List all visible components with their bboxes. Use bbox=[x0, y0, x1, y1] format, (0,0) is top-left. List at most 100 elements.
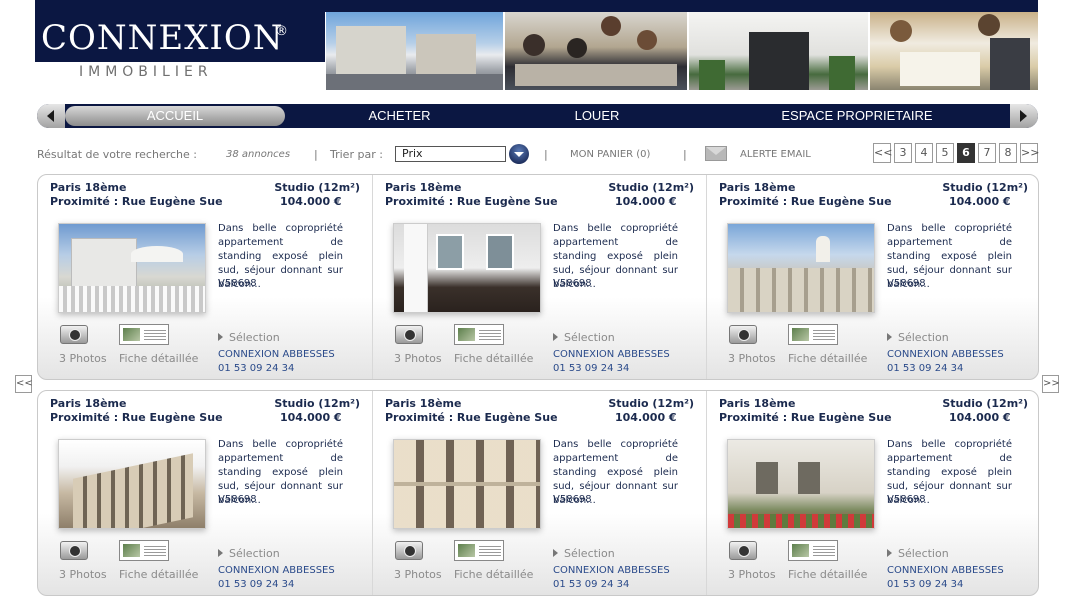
listing-card[interactable]: Paris 18ème Proximité : Rue Eugène Sue S… bbox=[38, 175, 372, 379]
selection-link[interactable]: Sélection bbox=[887, 547, 949, 560]
agency-name[interactable]: CONNEXION ABBESSES bbox=[553, 349, 670, 360]
detail-sheet-icon[interactable] bbox=[788, 540, 838, 561]
listing-city: Paris 18ème bbox=[385, 397, 462, 410]
nav-accueil[interactable]: ACCUEIL bbox=[65, 106, 285, 126]
triangle-right-icon bbox=[218, 549, 223, 557]
listing-card[interactable]: Paris 18ème Proximité : Rue Eugène Sue S… bbox=[372, 175, 706, 379]
basket-link[interactable]: MON PANIER (0) bbox=[570, 149, 650, 160]
sort-select[interactable]: Prix bbox=[395, 146, 506, 162]
triangle-right-icon bbox=[553, 333, 558, 341]
listing-proximity: Proximité : Rue Eugène Sue bbox=[719, 195, 892, 208]
listing-card[interactable]: Paris 18ème Proximité : Rue Eugène Sue S… bbox=[706, 391, 1038, 595]
listing-row-2: Paris 18ème Proximité : Rue Eugène Sue S… bbox=[37, 390, 1039, 596]
agency-name[interactable]: CONNEXION ABBESSES bbox=[218, 349, 335, 360]
selection-label: Sélection bbox=[898, 547, 949, 560]
triangle-right-icon bbox=[553, 549, 558, 557]
photos-link[interactable]: 3 Photos bbox=[394, 568, 442, 581]
camera-icon[interactable] bbox=[729, 325, 757, 344]
listing-photo[interactable] bbox=[727, 439, 875, 529]
pager-page-6-current[interactable]: 6 bbox=[957, 143, 975, 163]
agency-phone: 01 53 09 24 34 bbox=[887, 363, 964, 374]
nav-prev-arrow[interactable] bbox=[37, 104, 65, 128]
selection-label: Sélection bbox=[898, 331, 949, 344]
listing-proximity: Proximité : Rue Eugène Sue bbox=[50, 411, 223, 424]
detail-link[interactable]: Fiche détaillée bbox=[454, 568, 533, 581]
listing-reference: V58698 bbox=[553, 494, 592, 505]
listing-city: Paris 18ème bbox=[719, 397, 796, 410]
nav-louer[interactable]: LOUER bbox=[557, 104, 637, 128]
pager-page-3[interactable]: 3 bbox=[894, 143, 912, 163]
agency-phone: 01 53 09 24 34 bbox=[553, 579, 630, 590]
nav-espace-proprietaire[interactable]: ESPACE PROPRIETAIRE bbox=[757, 104, 957, 128]
listing-type: Studio (12m²) bbox=[942, 397, 1028, 410]
detail-sheet-icon[interactable] bbox=[454, 540, 504, 561]
listing-photo[interactable] bbox=[393, 439, 541, 529]
detail-link[interactable]: Fiche détaillée bbox=[454, 352, 533, 365]
pager-page-7[interactable]: 7 bbox=[978, 143, 996, 163]
sort-dropdown-button[interactable] bbox=[509, 144, 529, 164]
agency-name[interactable]: CONNEXION ABBESSES bbox=[887, 349, 1004, 360]
photos-link[interactable]: 3 Photos bbox=[728, 352, 776, 365]
camera-icon[interactable] bbox=[60, 541, 88, 560]
listing-photo[interactable] bbox=[58, 439, 206, 529]
email-alert-link[interactable]: ALERTE EMAIL bbox=[740, 149, 811, 160]
listing-photo[interactable] bbox=[58, 223, 206, 313]
selection-link[interactable]: Sélection bbox=[218, 547, 280, 560]
detail-sheet-icon[interactable] bbox=[454, 324, 504, 345]
pager-page-5[interactable]: 5 bbox=[936, 143, 954, 163]
detail-link[interactable]: Fiche détaillée bbox=[788, 568, 867, 581]
photos-link[interactable]: 3 Photos bbox=[59, 568, 107, 581]
nav-next-arrow[interactable] bbox=[1010, 104, 1038, 128]
pager-page-8[interactable]: 8 bbox=[999, 143, 1017, 163]
camera-icon[interactable] bbox=[395, 541, 423, 560]
listing-reference: V58698 bbox=[553, 278, 592, 289]
listing-type: Studio (12m²) bbox=[608, 397, 694, 410]
photos-link[interactable]: 3 Photos bbox=[728, 568, 776, 581]
nav-acheter[interactable]: ACHETER bbox=[347, 104, 452, 128]
listing-type: Studio (12m²) bbox=[274, 397, 360, 410]
listing-price: 104.000 € bbox=[280, 411, 342, 424]
listing-photo[interactable] bbox=[727, 223, 875, 313]
detail-sheet-icon[interactable] bbox=[119, 324, 169, 345]
detail-link[interactable]: Fiche détaillée bbox=[788, 352, 867, 365]
selection-label: Sélection bbox=[564, 547, 615, 560]
selection-link[interactable]: Sélection bbox=[887, 331, 949, 344]
selection-link[interactable]: Sélection bbox=[553, 331, 615, 344]
pager-page-4[interactable]: 4 bbox=[915, 143, 933, 163]
side-next-button[interactable]: >> bbox=[1042, 375, 1060, 393]
camera-icon[interactable] bbox=[729, 541, 757, 560]
selection-link[interactable]: Sélection bbox=[218, 331, 280, 344]
listing-card[interactable]: Paris 18ème Proximité : Rue Eugène Sue S… bbox=[706, 175, 1038, 379]
photos-link[interactable]: 3 Photos bbox=[394, 352, 442, 365]
detail-link[interactable]: Fiche détaillée bbox=[119, 352, 198, 365]
listing-reference: V58698 bbox=[887, 494, 926, 505]
listing-row-1: Paris 18ème Proximité : Rue Eugène Sue S… bbox=[37, 174, 1039, 380]
detail-sheet-icon[interactable] bbox=[788, 324, 838, 345]
header-photo-meeting bbox=[505, 12, 687, 90]
logo[interactable]: CONNEXION ® bbox=[35, 0, 325, 62]
agency-name[interactable]: CONNEXION ABBESSES bbox=[553, 565, 670, 576]
camera-icon[interactable] bbox=[395, 325, 423, 344]
listing-photo[interactable] bbox=[393, 223, 541, 313]
header-photo-office bbox=[870, 12, 1038, 90]
agency-name[interactable]: CONNEXION ABBESSES bbox=[218, 565, 335, 576]
listing-card[interactable]: Paris 18ème Proximité : Rue Eugène Sue S… bbox=[372, 391, 706, 595]
photos-link[interactable]: 3 Photos bbox=[59, 352, 107, 365]
listing-price: 104.000 € bbox=[615, 195, 677, 208]
mail-icon[interactable] bbox=[705, 146, 727, 161]
pager-prev[interactable]: << bbox=[873, 143, 892, 163]
listing-city: Paris 18ème bbox=[385, 181, 462, 194]
pager-next[interactable]: >> bbox=[1020, 143, 1039, 163]
agency-name[interactable]: CONNEXION ABBESSES bbox=[887, 565, 1004, 576]
detail-link[interactable]: Fiche détaillée bbox=[119, 568, 198, 581]
listing-proximity: Proximité : Rue Eugène Sue bbox=[385, 411, 558, 424]
selection-link[interactable]: Sélection bbox=[553, 547, 615, 560]
separator: | bbox=[683, 148, 687, 161]
side-prev-button[interactable]: << bbox=[15, 375, 33, 393]
detail-sheet-icon[interactable] bbox=[119, 540, 169, 561]
sort-label: Trier par : bbox=[330, 148, 383, 161]
header-photo-building bbox=[326, 12, 503, 90]
listing-type: Studio (12m²) bbox=[608, 181, 694, 194]
listing-card[interactable]: Paris 18ème Proximité : Rue Eugène Sue S… bbox=[38, 391, 372, 595]
camera-icon[interactable] bbox=[60, 325, 88, 344]
